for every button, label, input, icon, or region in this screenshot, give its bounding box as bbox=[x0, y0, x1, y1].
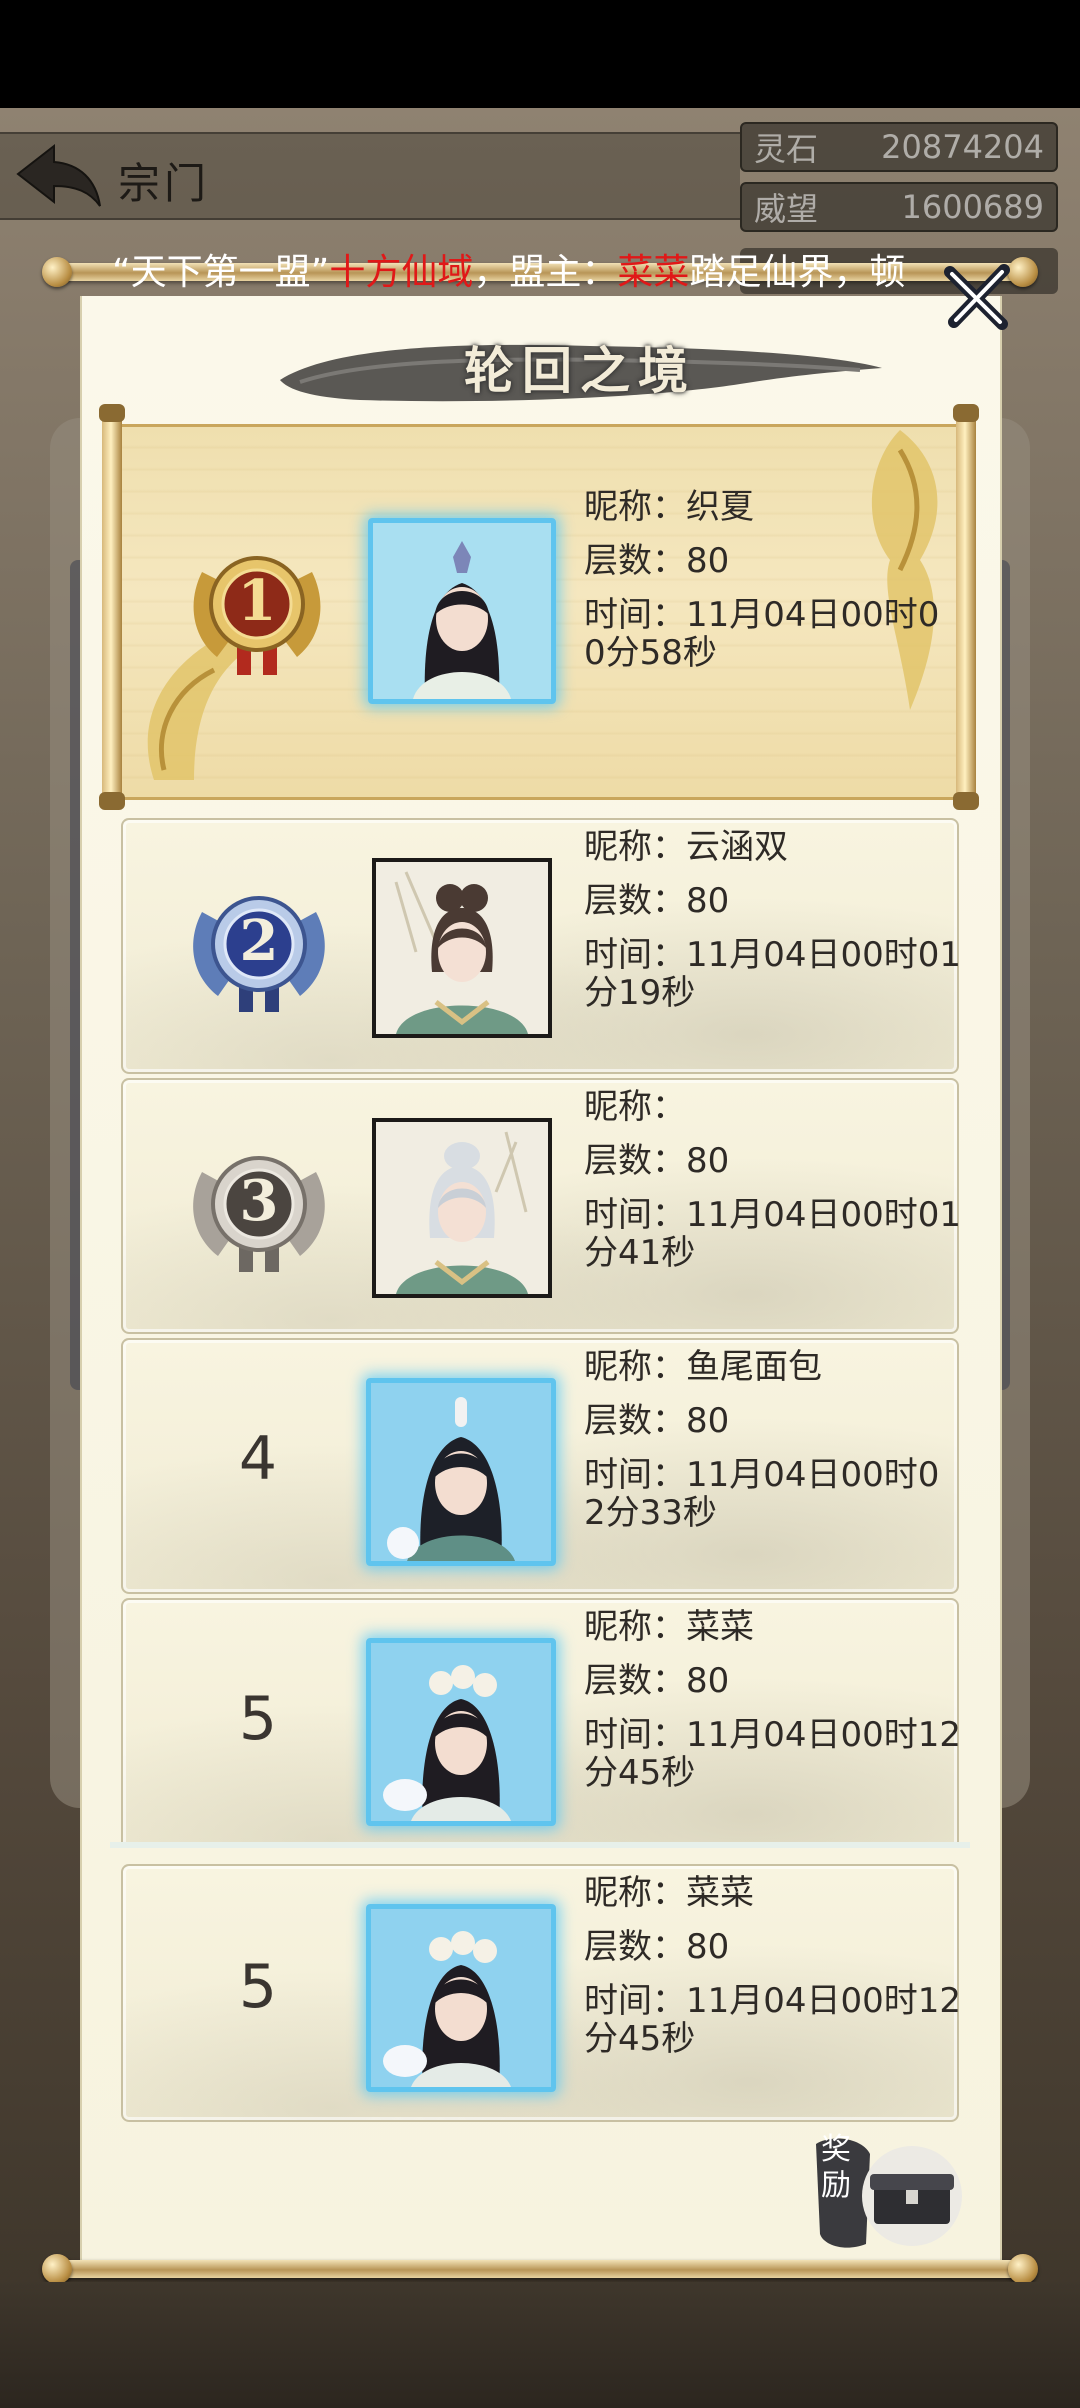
female-portrait-dark-hair-icon bbox=[376, 862, 548, 1034]
spirit-stone-value: 20874204 bbox=[881, 128, 1044, 166]
nickname-line: 昵称：云涵双 bbox=[584, 820, 961, 874]
top-bar bbox=[0, 132, 740, 220]
nickname-label: 昵称： bbox=[584, 1607, 686, 1647]
marquee-part-highlight: 十方仙域 bbox=[329, 252, 474, 293]
time-value: 11月04日00时01 bbox=[686, 935, 962, 975]
floors-line: 层数：80 bbox=[584, 1654, 961, 1708]
floors-label: 层数： bbox=[584, 1141, 686, 1181]
rank-number: 2 bbox=[239, 908, 279, 974]
nickname-value: 云涵双 bbox=[686, 827, 788, 867]
rank-number: 1 bbox=[237, 568, 277, 634]
bottom-background bbox=[0, 2282, 1080, 2408]
nickname-value: 菜菜 bbox=[686, 1607, 754, 1647]
spirit-stone-label: 灵石 bbox=[754, 130, 819, 168]
male-portrait-icon bbox=[371, 1383, 551, 1561]
nickname-line: 昵称：菜菜 bbox=[584, 1866, 961, 1920]
floors-line: 层数：80 bbox=[584, 1920, 961, 1974]
close-button[interactable] bbox=[940, 260, 1016, 336]
card-scroll-rod bbox=[102, 410, 122, 806]
marquee-part: 踏足仙界，顿 bbox=[689, 252, 906, 293]
marquee-part: “天下第一盟” bbox=[112, 252, 330, 293]
rank-number: 5 bbox=[238, 1684, 278, 1754]
nickname-line: 昵称： bbox=[584, 1080, 961, 1134]
back-button[interactable] bbox=[14, 140, 104, 210]
nickname-value: 菜菜 bbox=[686, 1873, 754, 1913]
time-value: 11月04日00时12 bbox=[686, 1981, 962, 2021]
time-value: 11月04日00时0 bbox=[686, 595, 940, 635]
player-portrait[interactable] bbox=[366, 1378, 556, 1566]
prestige-value: 1600689 bbox=[901, 188, 1044, 226]
player-portrait[interactable] bbox=[368, 518, 556, 704]
floors-line: 层数：80 bbox=[584, 1134, 961, 1188]
floors-line: 层数：80 bbox=[584, 874, 961, 928]
female-portrait-white-hair-icon bbox=[376, 1122, 548, 1294]
floors-value: 80 bbox=[686, 881, 730, 921]
reward-label: 奖励 bbox=[821, 2132, 851, 2203]
rank-number: 4 bbox=[238, 1424, 278, 1494]
nickname-label: 昵称： bbox=[584, 1873, 686, 1913]
ranking-list-clip: 5 昵称：菜菜 层数：80 时间：11月04日00时12 分45秒 bbox=[110, 1598, 970, 1846]
floors-value: 80 bbox=[686, 1927, 730, 1967]
floors-label: 层数： bbox=[584, 541, 686, 581]
time-value: 11月04日00时12 bbox=[686, 1715, 962, 1755]
nickname-line: 昵称：织夏 bbox=[584, 480, 939, 534]
player-info: 昵称：织夏 层数：80 时间：11月04日00时0 0分58秒 bbox=[584, 480, 939, 680]
scroll-knob bbox=[42, 2254, 72, 2284]
prestige-label: 威望 bbox=[754, 190, 819, 228]
rod-cap bbox=[99, 792, 125, 810]
floors-label: 层数： bbox=[584, 881, 686, 921]
announcement-marquee: “天下第一盟”十方仙域，盟主：菜菜踏足仙界，顿 bbox=[0, 248, 1080, 298]
rod-cap bbox=[99, 404, 125, 422]
player-portrait[interactable] bbox=[372, 858, 552, 1038]
my-portrait[interactable] bbox=[366, 1904, 556, 2092]
nickname-value: 鱼尾面包 bbox=[686, 1347, 822, 1387]
marquee-part: ，盟主： bbox=[473, 252, 618, 293]
my-info: 昵称：菜菜 层数：80 时间：11月04日00时12 分45秒 bbox=[584, 1866, 961, 2066]
nickname-line: 昵称：菜菜 bbox=[584, 1600, 961, 1654]
female-portrait-crowned-icon bbox=[373, 523, 551, 699]
player-info: 昵称：菜菜 层数：80 时间：11月04日00时12 分45秒 bbox=[584, 1600, 961, 1800]
floors-label: 层数： bbox=[584, 1401, 686, 1441]
scroll-bottom-rod bbox=[56, 2260, 1026, 2278]
player-portrait[interactable] bbox=[372, 1118, 552, 1298]
player-portrait[interactable] bbox=[366, 1638, 556, 1826]
player-info: 昵称：鱼尾面包 层数：80 时间：11月04日00时0 2分33秒 bbox=[584, 1340, 939, 1540]
status-bar bbox=[0, 0, 1080, 108]
rod-cap bbox=[953, 792, 979, 810]
marquee-part-highlight: 菜菜 bbox=[617, 252, 690, 293]
floors-line: 层数：80 bbox=[584, 534, 939, 588]
nickname-line: 昵称：鱼尾面包 bbox=[584, 1340, 939, 1394]
nickname-label: 昵称： bbox=[584, 487, 686, 527]
scroll-knob bbox=[1008, 2254, 1038, 2284]
popup-title: 轮回之境 bbox=[464, 341, 696, 400]
floors-value: 80 bbox=[686, 1401, 730, 1441]
spirit-stone-display: 灵石 20874204 bbox=[740, 122, 1058, 172]
nickname-value: 织夏 bbox=[686, 487, 754, 527]
rank-number: 3 bbox=[239, 1168, 279, 1234]
list-divider bbox=[110, 1842, 970, 1848]
player-info: 昵称：云涵双 层数：80 时间：11月04日00时01 分19秒 bbox=[584, 820, 961, 1020]
close-x-icon bbox=[944, 264, 1010, 330]
nickname-label: 昵称： bbox=[584, 1087, 686, 1127]
female-portrait-flowers-icon bbox=[371, 1909, 551, 2087]
sect-title: 宗门 bbox=[118, 159, 211, 208]
time-value: 11月04日00时01 bbox=[686, 1195, 962, 1235]
floors-line: 层数：80 bbox=[584, 1394, 939, 1448]
nickname-label: 昵称： bbox=[584, 1347, 686, 1387]
back-arrow-icon bbox=[16, 143, 101, 207]
floors-label: 层数： bbox=[584, 1661, 686, 1701]
player-info: 昵称： 层数：80 时间：11月04日00时01 分41秒 bbox=[584, 1080, 961, 1280]
nickname-label: 昵称： bbox=[584, 827, 686, 867]
female-portrait-flowers-icon bbox=[371, 1643, 551, 1821]
my-rank-number: 5 bbox=[238, 1952, 278, 2022]
time-value: 11月04日00时0 bbox=[686, 1455, 940, 1495]
floors-label: 层数： bbox=[584, 1927, 686, 1967]
floors-value: 80 bbox=[686, 1141, 730, 1181]
floors-value: 80 bbox=[686, 541, 730, 581]
floors-value: 80 bbox=[686, 1661, 730, 1701]
prestige-display: 威望 1600689 bbox=[740, 182, 1058, 232]
